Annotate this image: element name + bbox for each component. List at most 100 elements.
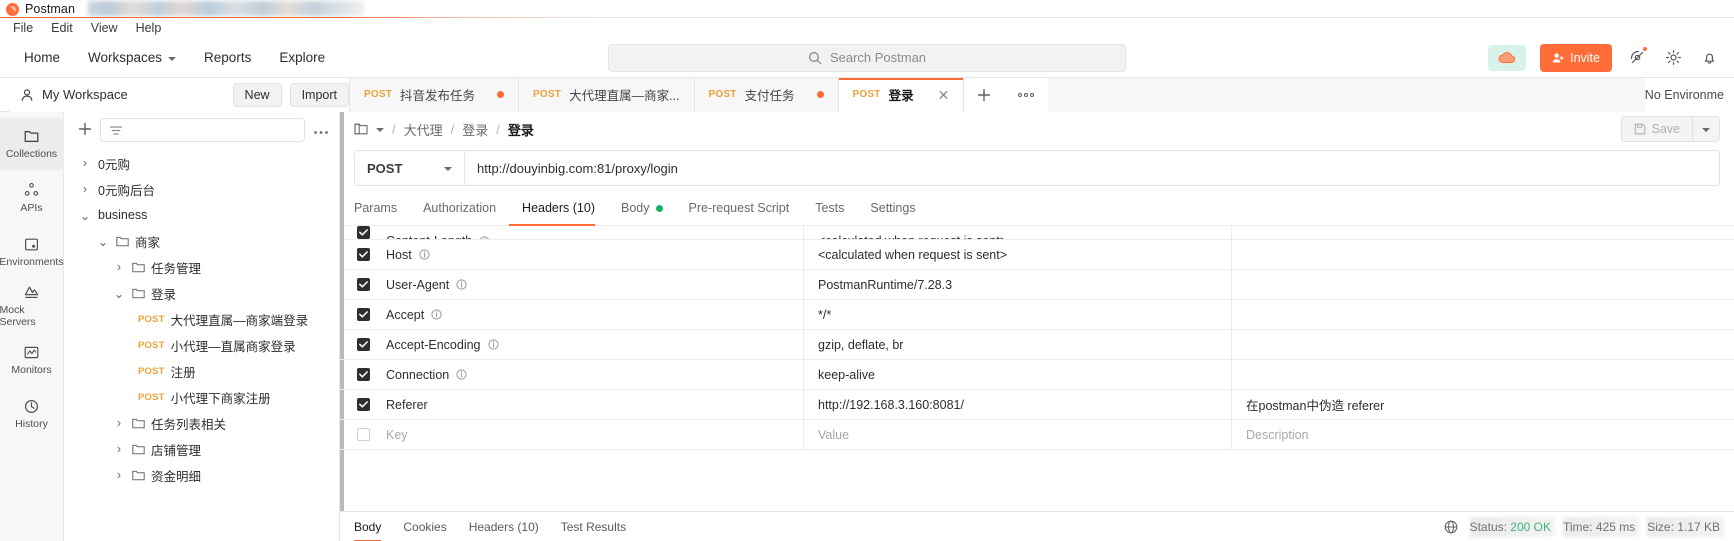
header-value[interactable]: http://192.168.3.160:8081/ [804, 389, 1232, 420]
sidebar-item-environments[interactable]: Environments [0, 226, 64, 278]
tree-item-1[interactable]: › 0元购后台 [64, 176, 339, 202]
search-input[interactable]: Search Postman [608, 43, 1126, 72]
header-value[interactable]: keep-alive [804, 359, 1232, 390]
chevron-down-icon[interactable]: ⌄ [96, 234, 110, 249]
nav-workspaces[interactable]: Workspaces [74, 38, 190, 78]
header-description[interactable] [1232, 240, 1734, 270]
table-row[interactable]: Referer http://192.168.3.160:8081/ 在post… [340, 389, 1734, 420]
header-description[interactable] [1232, 226, 1734, 239]
response-tab-test-results[interactable]: Test Results [550, 512, 637, 541]
tree-item-12[interactable]: › 资金明细 [64, 462, 339, 488]
response-tab-headers[interactable]: Headers (10) [458, 512, 550, 541]
info-icon[interactable] [456, 279, 467, 290]
http-method-select[interactable]: POST [355, 151, 465, 185]
header-enabled-checkbox[interactable] [356, 338, 370, 351]
new-header-value-input[interactable]: Value [804, 419, 1232, 450]
tab-overflow-menu-button[interactable] [1004, 77, 1049, 112]
tree-item-7[interactable]: POST 小代理—直属商家登录 [64, 332, 339, 358]
collections-filter-input[interactable] [100, 118, 305, 142]
header-key[interactable]: Content-Length [386, 226, 804, 239]
tree-item-2[interactable]: ⌄ business [64, 202, 339, 228]
header-description[interactable] [1232, 300, 1734, 330]
header-enabled-checkbox[interactable] [356, 398, 370, 411]
tree-item-4[interactable]: › 任务管理 [64, 254, 339, 280]
header-enabled-checkbox[interactable] [356, 248, 370, 261]
header-value[interactable]: <calculated when request is sent> [804, 226, 1232, 239]
header-description[interactable] [1232, 330, 1734, 360]
breadcrumb-item-1[interactable]: 登录 [462, 120, 488, 139]
url-input[interactable]: http://douyinbig.com:81/proxy/login [465, 151, 1719, 185]
new-tab-button[interactable] [964, 77, 1005, 112]
table-row[interactable]: Accept-Encoding gzip, deflate, br [340, 329, 1734, 360]
tree-item-10[interactable]: › 任务列表相关 [64, 410, 339, 436]
headers-table-scrollbar[interactable] [340, 226, 344, 346]
close-icon[interactable]: ✕ [938, 88, 950, 102]
new-button[interactable]: New [232, 82, 282, 107]
header-enabled-checkbox[interactable] [356, 226, 370, 239]
table-row-empty[interactable]: Key Value Description [340, 419, 1734, 450]
table-row[interactable]: Content-Length <calculated when request … [340, 226, 1734, 240]
breadcrumb-item-0[interactable]: 大代理 [404, 120, 443, 139]
tab-params[interactable]: Params [354, 191, 410, 225]
tree-item-9[interactable]: POST 小代理下商家注册 [64, 384, 339, 410]
menu-item-view[interactable]: View [82, 18, 127, 38]
sidebar-item-monitors[interactable]: Monitors [0, 334, 64, 386]
tree-item-3[interactable]: ⌄ 商家 [64, 228, 339, 254]
header-key[interactable]: Host [386, 239, 804, 270]
tab-body[interactable]: Body [608, 191, 676, 225]
sidebar-item-history[interactable]: History [0, 388, 64, 440]
chevron-down-icon[interactable]: ⌄ [78, 208, 92, 223]
chevron-right-icon[interactable]: › [112, 468, 126, 482]
invite-button[interactable]: Invite [1540, 43, 1612, 72]
chevron-right-icon[interactable]: › [112, 260, 126, 274]
header-enabled-checkbox[interactable] [356, 308, 370, 321]
import-button[interactable]: Import [289, 82, 349, 107]
request-tab-0[interactable]: POST 抖音发布任务 [350, 77, 520, 112]
tab-headers[interactable]: Headers (10) [509, 191, 608, 226]
header-enabled-checkbox[interactable] [356, 368, 370, 381]
request-tab-1[interactable]: POST 大代理直属—商家... [519, 77, 695, 112]
nav-explore[interactable]: Explore [265, 38, 339, 78]
info-icon[interactable] [456, 369, 467, 380]
table-row[interactable]: User-Agent PostmanRuntime/7.28.3 [340, 269, 1734, 300]
tree-item-0[interactable]: › 0元购 [64, 150, 339, 176]
menu-item-file[interactable]: File [4, 18, 42, 38]
chevron-down-icon[interactable]: ⌄ [112, 286, 126, 301]
save-options-button[interactable] [1692, 116, 1720, 142]
new-header-description-input[interactable]: Description [1232, 420, 1734, 450]
header-value[interactable]: PostmanRuntime/7.28.3 [804, 269, 1232, 300]
info-icon[interactable] [431, 309, 442, 320]
header-description[interactable] [1232, 270, 1734, 300]
header-value[interactable]: gzip, deflate, br [804, 329, 1232, 360]
header-description[interactable] [1232, 360, 1734, 390]
menu-item-help[interactable]: Help [127, 18, 171, 38]
chevron-right-icon[interactable]: › [112, 442, 126, 456]
chevron-right-icon[interactable]: › [112, 416, 126, 430]
header-key[interactable]: Connection [386, 359, 804, 390]
table-row[interactable]: Connection keep-alive [340, 359, 1734, 390]
new-header-key-input[interactable]: Key [386, 419, 804, 450]
satellite-icon[interactable] [1626, 45, 1648, 69]
gear-icon[interactable] [1662, 47, 1684, 69]
header-key[interactable]: Referer [386, 389, 804, 420]
tab-settings[interactable]: Settings [857, 191, 928, 225]
tree-item-5[interactable]: ⌄ 登录 [64, 280, 339, 306]
header-enabled-checkbox[interactable] [356, 278, 370, 291]
table-row[interactable]: Host <calculated when request is sent> [340, 239, 1734, 270]
menu-item-edit[interactable]: Edit [42, 18, 82, 38]
bell-icon[interactable] [1698, 47, 1720, 69]
collections-more-menu-button[interactable] [313, 123, 329, 138]
response-tab-body[interactable]: Body [354, 512, 392, 541]
sidebar-item-apis[interactable]: APIs [0, 172, 64, 224]
environment-selector[interactable]: No Environme [1644, 77, 1734, 112]
header-key[interactable]: Accept-Encoding [386, 329, 804, 360]
header-key[interactable]: User-Agent [386, 269, 804, 300]
nav-reports[interactable]: Reports [190, 38, 265, 78]
nav-home[interactable]: Home [14, 38, 74, 78]
tree-item-8[interactable]: POST 注册 [64, 358, 339, 384]
header-key[interactable]: Accept [386, 299, 804, 330]
tab-pre-request-script[interactable]: Pre-request Script [676, 191, 803, 225]
tab-authorization[interactable]: Authorization [410, 191, 509, 225]
breadcrumb-dropdown-icon[interactable] [376, 128, 384, 132]
request-tab-3[interactable]: POST 登录 ✕ [838, 77, 965, 112]
